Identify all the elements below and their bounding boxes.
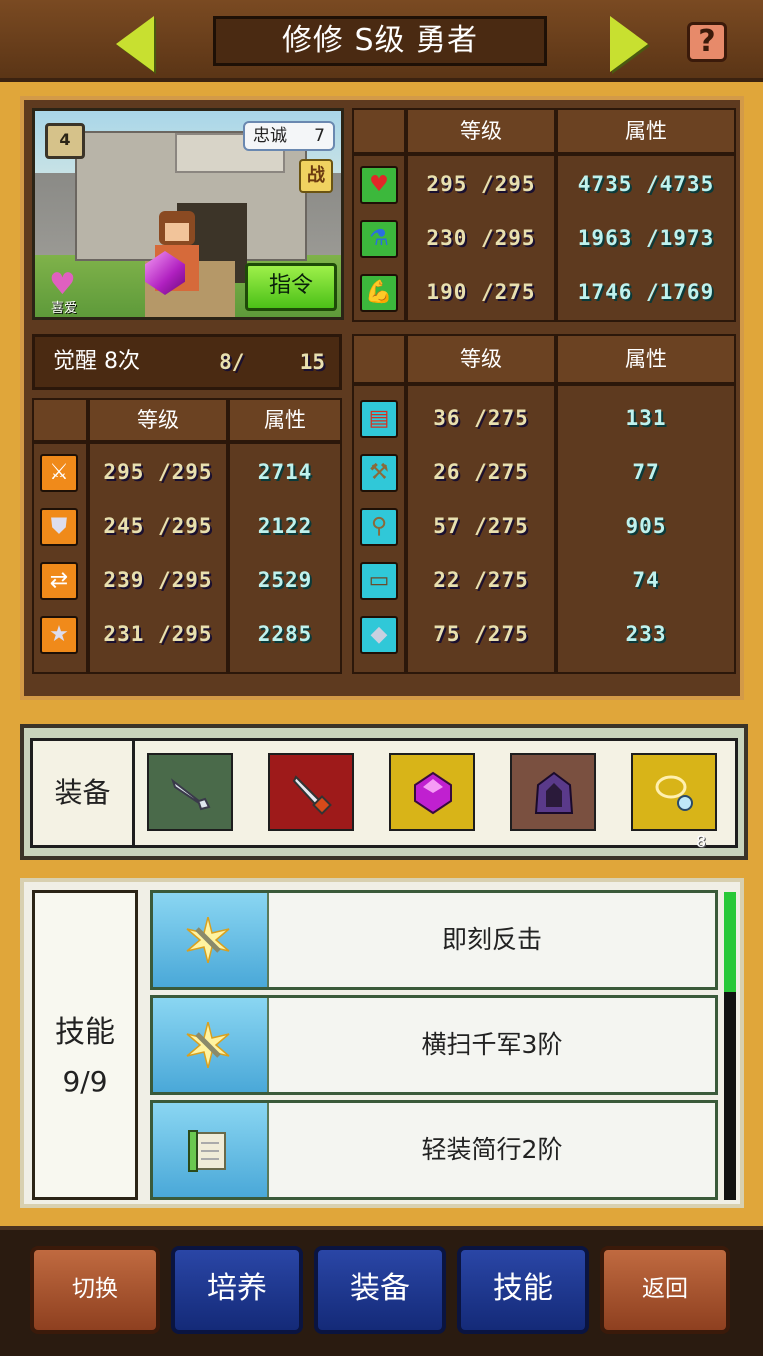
purple-gem-icon — [414, 771, 452, 815]
attr-header: 属性 — [228, 398, 342, 442]
book-icon: ▤ — [360, 400, 398, 438]
equip-slot-accessory[interactable] — [631, 753, 717, 831]
equip-slot-weapon[interactable] — [147, 753, 233, 831]
defense-level: 245 /295 — [103, 514, 213, 538]
star-icon: ★ — [40, 616, 78, 654]
hp-attr: 4735 /4735 — [577, 172, 715, 196]
awaken-current: 8/ — [219, 350, 245, 374]
craft-stats-table: 等级 属性 ▤ 36 /275 131 ⚒ 26 /275 77 ⚲ 57 /2… — [352, 334, 736, 674]
craft1-attr: 131 — [625, 406, 667, 430]
strength-icon: 💪 — [360, 274, 398, 312]
bottom-nav: 切换 培养 装备 技能 返回 — [0, 1226, 763, 1356]
skill-item[interactable]: 横扫千军3阶 — [150, 995, 718, 1095]
loyalty-value: 7 — [314, 126, 325, 146]
attr-header: 属性 — [556, 108, 736, 154]
agility-icon: ⇄ — [40, 562, 78, 600]
craft4-attr: 74 — [632, 568, 660, 592]
str-attr: 1746 /1769 — [577, 280, 715, 304]
skills-label: 技能 — [55, 1015, 115, 1050]
hero-sprite — [145, 211, 209, 301]
vital-stats-table: 等级 属性 ♥ 295 /295 4735 /4735 ⚗ 230 /295 1… — [352, 108, 736, 322]
level-header: 等级 — [406, 334, 556, 384]
prev-hero-arrow-icon[interactable] — [116, 16, 154, 72]
skills-scrollbar[interactable] — [724, 892, 736, 1200]
mp-level: 230 /295 — [426, 226, 536, 250]
anvil-icon: ▭ — [360, 562, 398, 600]
skills-panel: 技能 9/9 即刻反击 横扫千军3阶 轻装简行2阶 — [20, 878, 744, 1208]
equip-slot-gem[interactable] — [389, 753, 475, 831]
equip-slot-sword[interactable] — [268, 753, 354, 831]
necklace-icon — [655, 775, 693, 811]
craft2-level: 26 /275 — [433, 460, 529, 484]
help-button[interactable]: ? — [687, 22, 727, 62]
cloak-icon — [534, 771, 574, 814]
loyalty-badge: 忠诚 7 — [243, 121, 335, 151]
back-button[interactable]: 返回 — [600, 1246, 730, 1334]
skill-name: 即刻反击 — [267, 893, 715, 987]
stats-panel: 4 忠诚 7 战 ♥ 喜爱 指令 等级 属性 ♥ 295 /295 4735 /… — [20, 96, 744, 700]
hero-portrait: 4 忠诚 7 战 ♥ 喜爱 指令 — [32, 108, 344, 320]
skills-summary: 技能 9/9 — [32, 890, 138, 1200]
awaken-max: 15 — [299, 350, 325, 374]
burst-sword-icon — [186, 1022, 230, 1068]
attack-attr: 2714 — [257, 460, 313, 484]
pickaxe-icon: ⚒ — [360, 454, 398, 492]
train-button[interactable]: 培养 — [171, 1246, 303, 1334]
command-button[interactable]: 指令 — [245, 263, 337, 311]
defense-attr: 2122 — [257, 514, 313, 538]
equipment-label: 装备 — [33, 741, 135, 845]
str-level: 190 /275 — [426, 280, 536, 304]
love-label: 喜爱 — [51, 301, 78, 316]
level-header: 等级 — [88, 398, 228, 442]
skill-button[interactable]: 技能 — [457, 1246, 589, 1334]
craft3-level: 57 /275 — [433, 514, 529, 538]
skill-item[interactable]: 轻装简行2阶 — [150, 1100, 718, 1200]
craft1-level: 36 /275 — [433, 406, 529, 430]
bag-icon[interactable]: 4 — [45, 123, 85, 159]
skill-name: 横扫千军3阶 — [267, 998, 715, 1092]
gauntlet-icon: ◆ — [360, 616, 398, 654]
luck-attr: 2285 — [257, 622, 313, 646]
equipment-count-badge: 8 — [696, 832, 707, 851]
equip-slot-armor[interactable] — [510, 753, 596, 831]
craft2-attr: 77 — [632, 460, 660, 484]
mp-attr: 1963 /1973 — [577, 226, 715, 250]
attack-level: 295 /295 — [103, 460, 213, 484]
skill-name: 轻装简行2阶 — [267, 1103, 715, 1197]
battle-icon[interactable]: 战 — [299, 159, 333, 193]
equipment-panel: 装备 — [20, 724, 748, 860]
scrollbar-thumb[interactable] — [724, 892, 736, 992]
level-header: 等级 — [406, 108, 556, 154]
hp-level: 295 /295 — [426, 172, 536, 196]
shovel-icon: ⚲ — [360, 508, 398, 546]
luck-level: 231 /295 — [103, 622, 213, 646]
craft3-attr: 905 — [625, 514, 667, 538]
combat-stats-table: 等级 属性 ⚔ 295 /295 2714 ⛊ 245 /295 2122 ⇄ … — [32, 398, 342, 674]
sword-red-icon — [292, 775, 332, 815]
header-bar: 修修 S级 勇者 ? — [0, 0, 763, 82]
scroll-icon — [188, 1130, 226, 1172]
hero-title: 修修 S级 勇者 — [213, 16, 547, 66]
craft5-attr: 233 — [625, 622, 667, 646]
craft5-level: 75 /275 — [433, 622, 529, 646]
dagger-icon — [171, 778, 211, 811]
attr-header: 属性 — [556, 334, 736, 384]
skill-item[interactable]: 即刻反击 — [150, 890, 718, 990]
skills-count: 9/9 — [62, 1065, 108, 1098]
shield-icon: ⛊ — [40, 508, 78, 546]
heart-icon: ♥ — [360, 166, 398, 204]
agility-level: 239 /295 — [103, 568, 213, 592]
burst-sword-icon — [186, 917, 230, 963]
awaken-counter: 觉醒 8次 8/ 15 — [32, 334, 342, 390]
craft4-level: 22 /275 — [433, 568, 529, 592]
switch-button[interactable]: 切换 — [30, 1246, 160, 1334]
heart-icon: ♥ — [49, 267, 76, 302]
loyalty-label: 忠诚 — [253, 126, 287, 146]
agility-attr: 2529 — [257, 568, 313, 592]
potion-icon: ⚗ — [360, 220, 398, 258]
awaken-label: 觉醒 8次 — [53, 349, 140, 374]
next-hero-arrow-icon[interactable] — [610, 16, 648, 72]
sword-icon: ⚔ — [40, 454, 78, 492]
equip-button[interactable]: 装备 — [314, 1246, 446, 1334]
